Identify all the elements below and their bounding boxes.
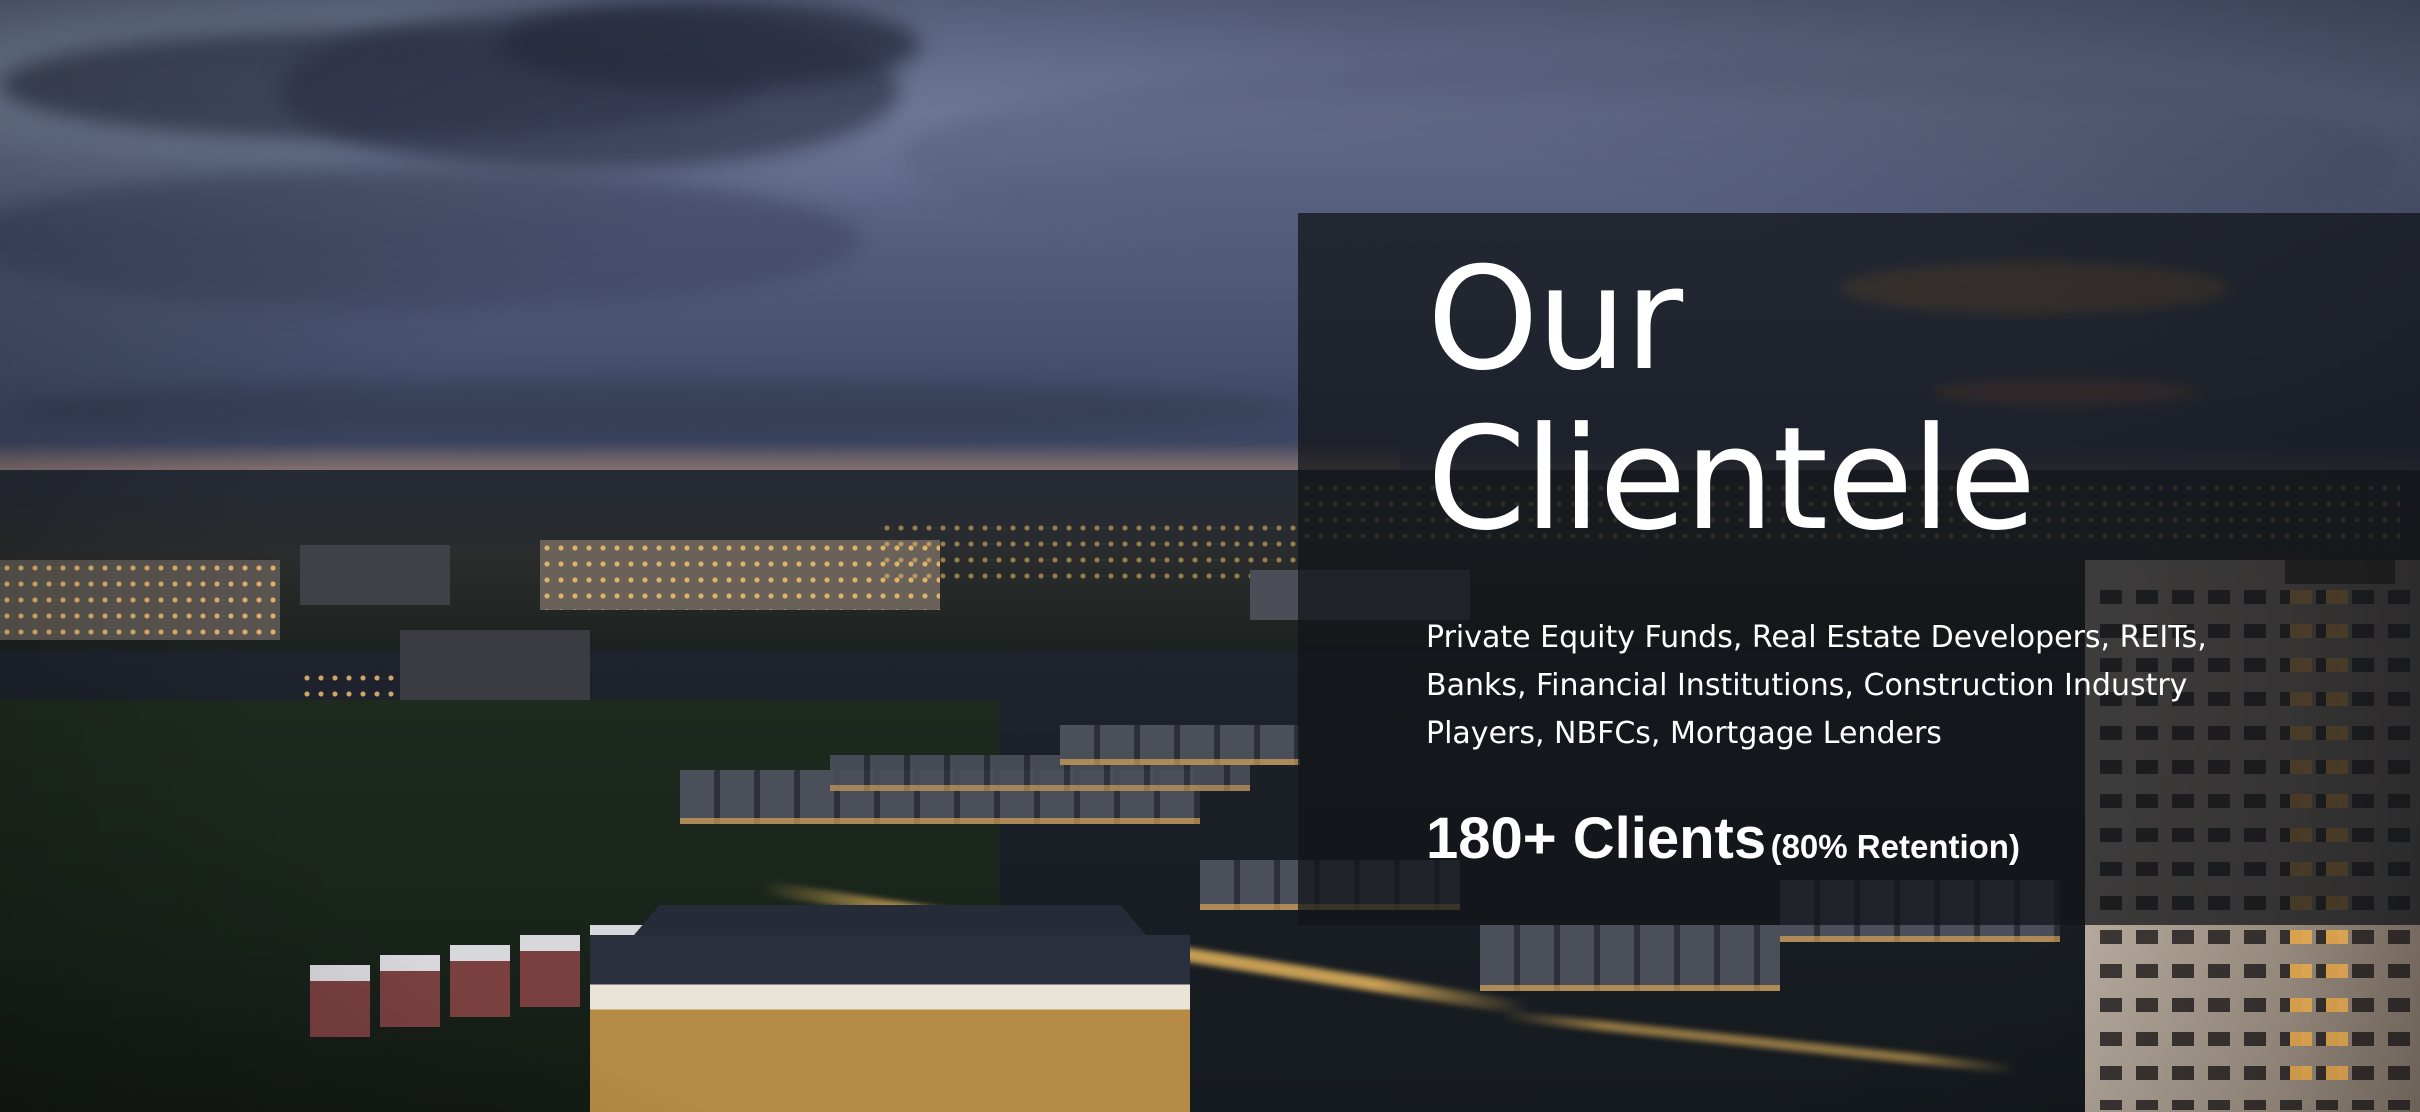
retention-rate: (80% Retention) <box>1770 828 2020 865</box>
client-count: 180+ Clients <box>1426 806 1767 871</box>
client-types-description: Private Equity Funds, Real Estate Develo… <box>1426 620 2207 751</box>
hero-section: Our Clientele Private Equity Funds, Real… <box>0 0 2420 1112</box>
page-title: Our Clientele <box>1427 237 2036 562</box>
client-count-stat: 180+ Clients (80% Retention) <box>1426 805 2020 872</box>
title-line-1: Our <box>1427 237 1683 402</box>
title-line-2: Clientele <box>1427 397 2036 562</box>
